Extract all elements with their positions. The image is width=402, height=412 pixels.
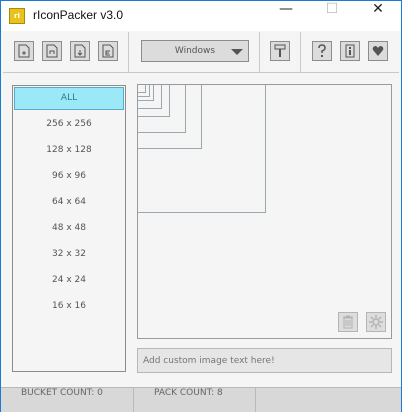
icon-preview-canvas[interactable] — [137, 84, 392, 339]
style-button[interactable] — [270, 41, 290, 61]
size-item-32[interactable]: 32 x 32 — [14, 243, 124, 266]
app-window: rI rIconPacker v3.0 — ☐ ✕ Windows ALL 25… — [0, 0, 402, 412]
app-logo-icon: rI — [9, 8, 25, 24]
title-bar: rI rIconPacker v3.0 — ☐ ✕ — [1, 1, 401, 31]
size-item-24[interactable]: 24 x 24 — [14, 269, 124, 292]
delete-icon-button[interactable] — [338, 312, 358, 332]
export-file-icon — [102, 44, 114, 58]
new-file-icon — [18, 44, 30, 58]
pack-count-status: PACK COUNT: 8 — [134, 388, 256, 412]
about-button[interactable] — [340, 41, 360, 61]
size-item-48[interactable]: 48 x 48 — [14, 217, 124, 240]
chevron-down-icon — [231, 49, 243, 55]
size-item-all[interactable]: ALL — [14, 87, 124, 110]
paint-roller-icon — [274, 44, 286, 57]
toolbar-separator — [259, 32, 260, 72]
heart-icon — [372, 46, 384, 56]
generate-icon-button[interactable] — [366, 312, 386, 332]
gear-icon — [369, 315, 383, 329]
maximize-button[interactable]: ☐ — [309, 1, 355, 31]
status-bar: BUCKET COUNT: 0 PACK COUNT: 8 — [1, 387, 401, 412]
support-button[interactable] — [368, 41, 388, 61]
info-icon — [345, 44, 355, 58]
open-file-icon — [46, 44, 58, 58]
size-item-64[interactable]: 64 x 64 — [14, 191, 124, 214]
open-file-button[interactable] — [42, 41, 62, 61]
export-file-button[interactable] — [98, 41, 118, 61]
toolbar: Windows — [3, 32, 399, 73]
size-item-128[interactable]: 128 x 128 — [14, 139, 124, 162]
trash-icon — [343, 315, 353, 329]
size-item-256[interactable]: 256 x 256 — [14, 113, 124, 136]
toolbar-separator — [300, 32, 301, 72]
minimize-button[interactable]: — — [263, 1, 309, 31]
save-file-button[interactable] — [70, 41, 90, 61]
custom-text-input[interactable] — [137, 348, 392, 373]
bucket-count-status: BUCKET COUNT: 0 — [1, 388, 134, 412]
icon-size-list: ALL 256 x 256 128 x 128 96 x 96 64 x 64 … — [12, 85, 126, 372]
save-file-icon — [74, 44, 86, 58]
toolbar-separator — [128, 32, 129, 72]
help-icon — [318, 44, 326, 57]
close-button[interactable]: ✕ — [355, 1, 401, 31]
window-title: rIconPacker v3.0 — [33, 8, 124, 22]
size-item-96[interactable]: 96 x 96 — [14, 165, 124, 188]
platform-dropdown-value: Windows — [174, 46, 216, 56]
help-button[interactable] — [312, 41, 332, 61]
new-file-button[interactable] — [14, 41, 34, 61]
size-item-16[interactable]: 16 x 16 — [14, 295, 124, 318]
platform-dropdown[interactable]: Windows — [141, 40, 249, 62]
icon-frame-16 — [138, 85, 146, 93]
